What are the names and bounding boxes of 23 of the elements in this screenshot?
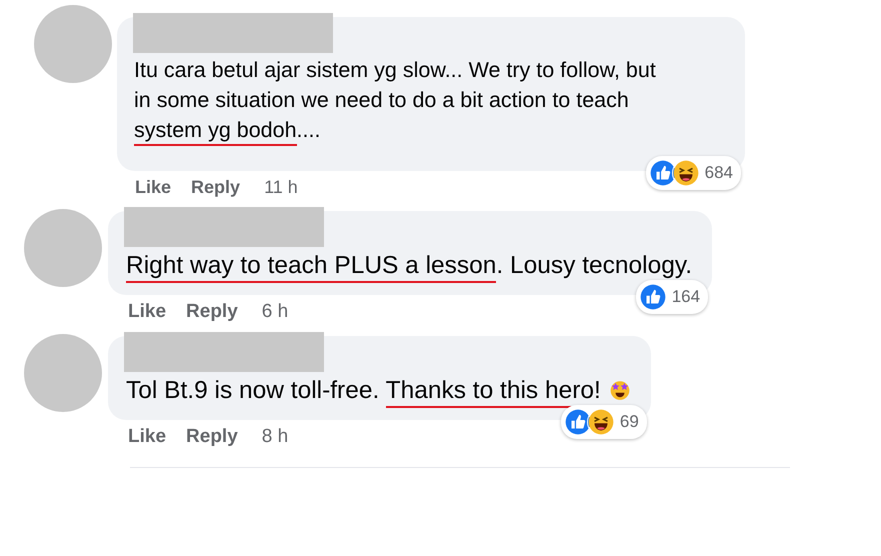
timestamp[interactable]: 6 h <box>262 301 288 323</box>
laughing-face-icon <box>586 408 615 436</box>
action-link[interactable]: Like <box>128 301 166 323</box>
like-icon <box>564 408 592 436</box>
reaction-summary[interactable]: 164 <box>636 280 708 314</box>
action-link[interactable]: Reply <box>191 177 240 198</box>
timestamp[interactable]: 8 h <box>262 426 288 448</box>
action-link[interactable]: Like <box>128 426 166 448</box>
laughing-face-icon <box>672 159 700 187</box>
timestamp[interactable]: 11 h <box>264 177 298 198</box>
action-link[interactable]: Like <box>135 177 172 198</box>
reaction-count: 69 <box>620 412 639 432</box>
action-link[interactable]: Reply <box>186 301 238 323</box>
reaction-summary[interactable]: 684 <box>646 156 741 190</box>
comment-text: Itu cara betul ajar sistem yg slow... We try to follow, but in some situation we need to do a bit action to teach system yg bodoh.... <box>134 55 675 145</box>
like-icon <box>648 159 677 187</box>
comment-text: Right way to teach PLUS a lesson. Lousy tecnology. <box>126 251 692 281</box>
reaction-count: 164 <box>672 287 700 307</box>
action-link[interactable]: Reply <box>186 426 238 448</box>
like-icon <box>638 283 667 311</box>
reaction-count: 684 <box>704 163 733 183</box>
star-eyes-emoji-icon <box>608 379 631 401</box>
reaction-summary[interactable]: 69 <box>560 405 647 439</box>
